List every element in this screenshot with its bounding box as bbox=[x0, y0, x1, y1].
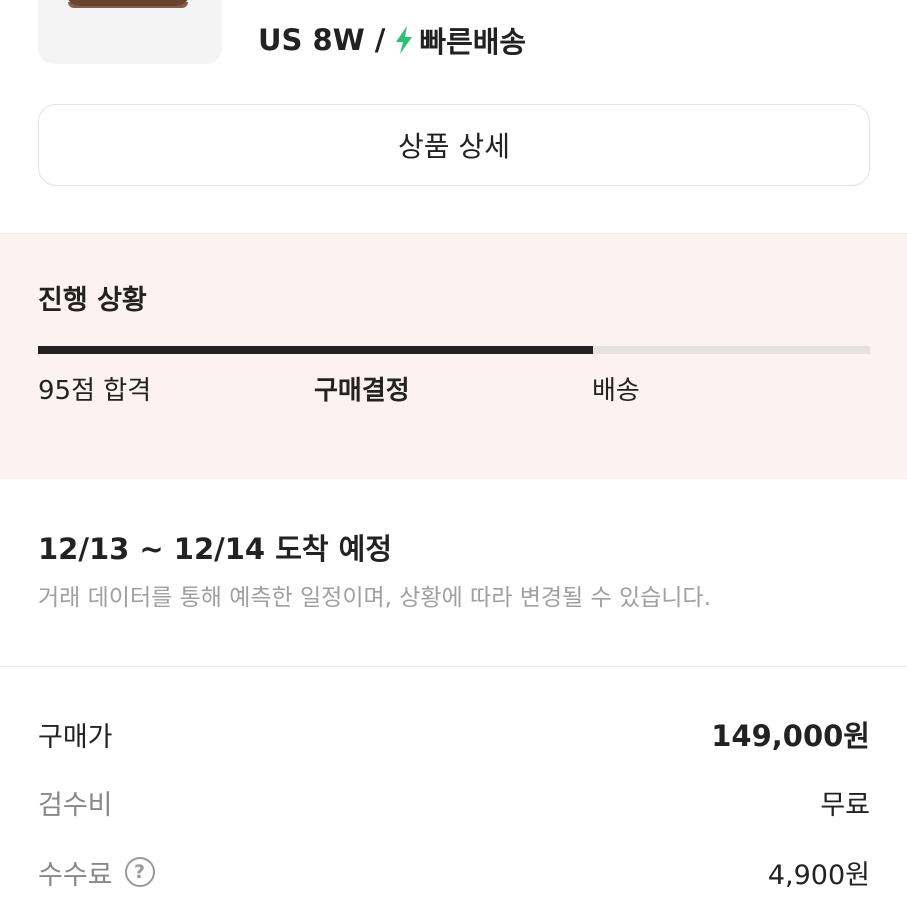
fast-shipping-badge: 빠른배송 bbox=[419, 25, 527, 59]
price-row-commission: 수수료 ? 4,900원 bbox=[38, 850, 870, 894]
lightning-bolt-icon bbox=[396, 26, 413, 54]
product-detail-button-label: 상품 상세 bbox=[398, 130, 510, 163]
progress-section: 진행 상황 95점 합격 구매결정 배송 bbox=[0, 233, 907, 479]
step-purchase-confirmed: 구매결정 bbox=[314, 376, 410, 406]
product-option-line: US 8W / 빠른배송 bbox=[258, 18, 526, 62]
size-label: US 8W / bbox=[258, 23, 386, 57]
step-inspection-passed: 95점 합격 bbox=[38, 376, 152, 406]
commission-value: 4,900원 bbox=[767, 859, 870, 891]
section-divider bbox=[0, 666, 907, 667]
shoe-sole bbox=[68, 2, 188, 8]
commission-label: 수수료 bbox=[38, 859, 113, 891]
commission-label-group: 수수료 ? bbox=[38, 853, 155, 892]
inspection-fee-value: 무료 bbox=[820, 789, 870, 821]
step-shipping: 배송 bbox=[592, 376, 640, 406]
progress-title: 진행 상황 bbox=[38, 285, 147, 316]
price-row-inspection: 검수비 무료 bbox=[38, 780, 870, 824]
purchase-price-label: 구매가 bbox=[38, 721, 113, 753]
product-thumbnail[interactable] bbox=[38, 0, 222, 64]
arrival-estimate: 12/13 ~ 12/14 도착 예정 bbox=[38, 532, 393, 566]
arrival-note: 거래 데이터를 통해 예측한 일정이며, 상황에 따라 변경될 수 있습니다. bbox=[38, 585, 711, 611]
product-detail-button[interactable]: 상품 상세 bbox=[38, 104, 870, 186]
price-row-purchase: 구매가 149,000원 bbox=[38, 712, 870, 756]
progress-track bbox=[38, 346, 870, 354]
progress-fill bbox=[38, 346, 593, 354]
purchase-price-value: 149,000원 bbox=[711, 719, 870, 753]
inspection-fee-label: 검수비 bbox=[38, 789, 113, 821]
question-circle-icon[interactable]: ? bbox=[124, 857, 155, 887]
